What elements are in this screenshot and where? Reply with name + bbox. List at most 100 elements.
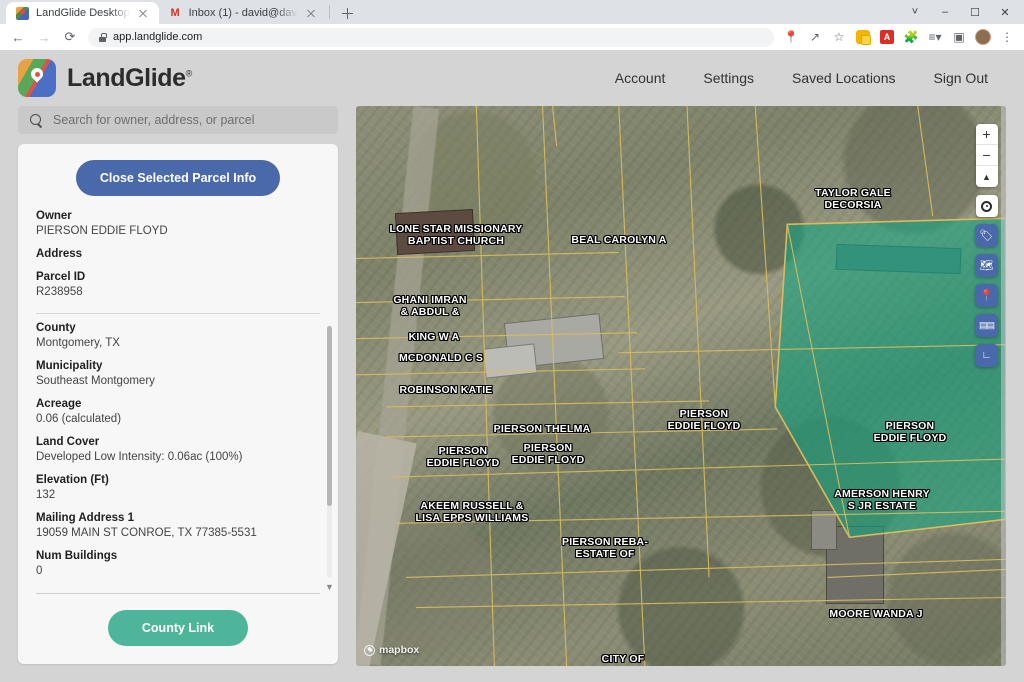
gmail-favicon-icon: M — [169, 7, 182, 20]
map-view[interactable]: LONE STAR MISSIONARY BAPTIST CHURCH BEAL… — [356, 106, 1006, 666]
parcel-field-land-cover: Land Cover Developed Low Intensity: 0.06… — [36, 436, 320, 463]
selected-parcel-highlight — [775, 218, 1006, 537]
minimize-icon[interactable]: – — [930, 1, 960, 23]
address-bar[interactable]: app.landglide.com — [88, 28, 774, 47]
compass-north-icon[interactable]: ▲ — [976, 166, 998, 187]
field-value: Montgomery, TX — [36, 337, 320, 349]
label-tag-icon: 🏷 — [980, 229, 994, 242]
nav-link-saved-locations[interactable]: Saved Locations — [792, 70, 896, 86]
draw-button[interactable]: ∟ — [975, 344, 998, 367]
browser-tab-gmail[interactable]: M Inbox (1) - david@davidmdunn.c — [159, 2, 327, 24]
chevron-down-icon[interactable]: ▼ — [325, 583, 334, 592]
parcel-info-panel: Close Selected Parcel Info Owner PIERSON… — [18, 144, 338, 664]
share-icon[interactable]: ↗ — [804, 26, 826, 48]
parcel-field-acreage: Acreage 0.06 (calculated) — [36, 398, 320, 425]
landglide-favicon-icon — [16, 7, 29, 20]
scrollbar-thumb[interactable] — [327, 326, 332, 506]
parcel-field-address: Address — [36, 248, 320, 260]
field-value: 0 — [36, 565, 320, 577]
reading-list-icon[interactable]: ≡▾ — [924, 26, 946, 48]
map-scrollbar[interactable] — [1001, 106, 1006, 666]
new-tab-button[interactable] — [336, 2, 358, 24]
tab-divider — [329, 5, 330, 19]
mapbox-attribution[interactable]: mapbox — [364, 644, 419, 656]
field-label: County — [36, 322, 320, 334]
field-label: Parcel ID — [36, 271, 320, 283]
parcel-fixed-fields: Owner PIERSON EDDIE FLOYD Address Parcel… — [18, 210, 338, 309]
parcel-field-owner: Owner PIERSON EDDIE FLOYD — [36, 210, 320, 237]
field-value: R238958 — [36, 286, 320, 298]
field-value: PIERSON EDDIE FLOYD — [36, 225, 320, 237]
parcel-field-num-buildings: Num Buildings 0 — [36, 550, 320, 577]
adobe-pdf-icon[interactable]: A — [876, 26, 898, 48]
panel-footer: County Link — [18, 594, 338, 664]
chrome-menu-icon[interactable]: ⋮ — [996, 26, 1018, 48]
parcel-details-scroll-area[interactable]: County Montgomery, TX Municipality South… — [18, 322, 338, 594]
nav-link-sign-out[interactable]: Sign Out — [934, 70, 988, 86]
side-panel-icon[interactable]: ▣ — [948, 26, 970, 48]
layers-button[interactable]: 🗺 — [975, 254, 998, 277]
back-icon[interactable]: ← — [6, 25, 30, 49]
parcel-field-mailing-address-1: Mailing Address 1 19059 MAIN ST CONROE, … — [36, 512, 320, 539]
measure-icon: ▤▤ — [979, 320, 994, 331]
zoom-out-button[interactable]: − — [976, 145, 998, 166]
field-label: Address — [36, 248, 320, 260]
field-label: Acreage — [36, 398, 320, 410]
nav-link-account[interactable]: Account — [615, 70, 666, 86]
brand[interactable]: LandGlide® — [18, 59, 192, 97]
list-bottom-rule — [36, 593, 320, 594]
landglide-logo-icon — [18, 59, 56, 97]
zoom-control-group: + − ▲ — [976, 124, 998, 187]
trademark-symbol: ® — [186, 68, 192, 78]
field-label: Mailing Address 1 — [36, 512, 320, 524]
field-value: Developed Low Intensity: 0.06ac (100%) — [36, 451, 320, 463]
extension-yellow-icon[interactable] — [852, 26, 874, 48]
page-title: LandGlide® — [67, 64, 192, 93]
browser-tab-landglide[interactable]: LandGlide Desktop — [6, 2, 159, 24]
nav-link-settings[interactable]: Settings — [703, 70, 754, 86]
window-close-icon[interactable]: ✕ — [990, 1, 1020, 23]
secure-lock-icon — [98, 33, 107, 42]
mapbox-logo-icon — [364, 645, 375, 656]
field-value: Southeast Montgomery — [36, 375, 320, 387]
county-link-button[interactable]: County Link — [108, 610, 248, 646]
place-pin-button[interactable]: 📍 — [975, 284, 998, 307]
profile-avatar[interactable] — [972, 26, 994, 48]
maximize-icon[interactable]: ☐ — [960, 1, 990, 23]
place-pin-icon: 📍 — [980, 289, 994, 302]
parcel-field-elevation: Elevation (Ft) 132 — [36, 474, 320, 501]
location-icon[interactable]: 📍 — [780, 26, 802, 48]
chevron-down-icon[interactable]: ˅ — [900, 1, 930, 23]
field-label: Municipality — [36, 360, 320, 372]
close-selected-parcel-info-button[interactable]: Close Selected Parcel Info — [76, 160, 280, 196]
search-bar[interactable] — [18, 106, 338, 134]
browser-tab-title: LandGlide Desktop — [36, 7, 130, 19]
map-controls: + − ▲ 🏷 🗺 📍 ▤▤ ∟ — [975, 124, 998, 367]
address-bar-url: app.landglide.com — [113, 31, 202, 43]
field-value: 19059 MAIN ST CONROE, TX 77385-5531 — [36, 527, 320, 539]
browser-tab-title: Inbox (1) - david@davidmdunn.c — [189, 7, 298, 19]
browser-toolbar: ← → ⟳ app.landglide.com 📍 ↗ ☆ A 🧩 ≡▾ ▣ ⋮ — [0, 24, 1024, 50]
browser-tabstrip: LandGlide Desktop M Inbox (1) - david@da… — [0, 0, 1024, 24]
bookmark-star-icon[interactable]: ☆ — [828, 26, 850, 48]
parcel-boundaries-layer — [356, 106, 1006, 666]
forward-icon[interactable]: → — [32, 25, 56, 49]
brand-name-text: LandGlide — [67, 64, 186, 92]
locate-me-button[interactable] — [976, 195, 998, 217]
parcel-field-county: County Montgomery, TX — [36, 322, 320, 349]
main-content: Close Selected Parcel Info Owner PIERSON… — [0, 106, 1024, 676]
locate-icon — [981, 201, 992, 212]
field-label: Elevation (Ft) — [36, 474, 320, 486]
label-tag-button[interactable]: 🏷 — [975, 224, 998, 247]
close-icon[interactable] — [137, 7, 150, 20]
close-icon[interactable] — [305, 7, 318, 20]
field-label: Num Buildings — [36, 550, 320, 562]
reload-icon[interactable]: ⟳ — [58, 25, 82, 49]
browser-chrome: LandGlide Desktop M Inbox (1) - david@da… — [0, 0, 1024, 50]
search-input[interactable] — [53, 113, 326, 127]
measure-button[interactable]: ▤▤ — [975, 314, 998, 337]
extensions-puzzle-icon[interactable]: 🧩 — [900, 26, 922, 48]
draw-icon: ∟ — [982, 350, 992, 361]
search-icon — [30, 114, 43, 127]
zoom-in-button[interactable]: + — [976, 124, 998, 145]
